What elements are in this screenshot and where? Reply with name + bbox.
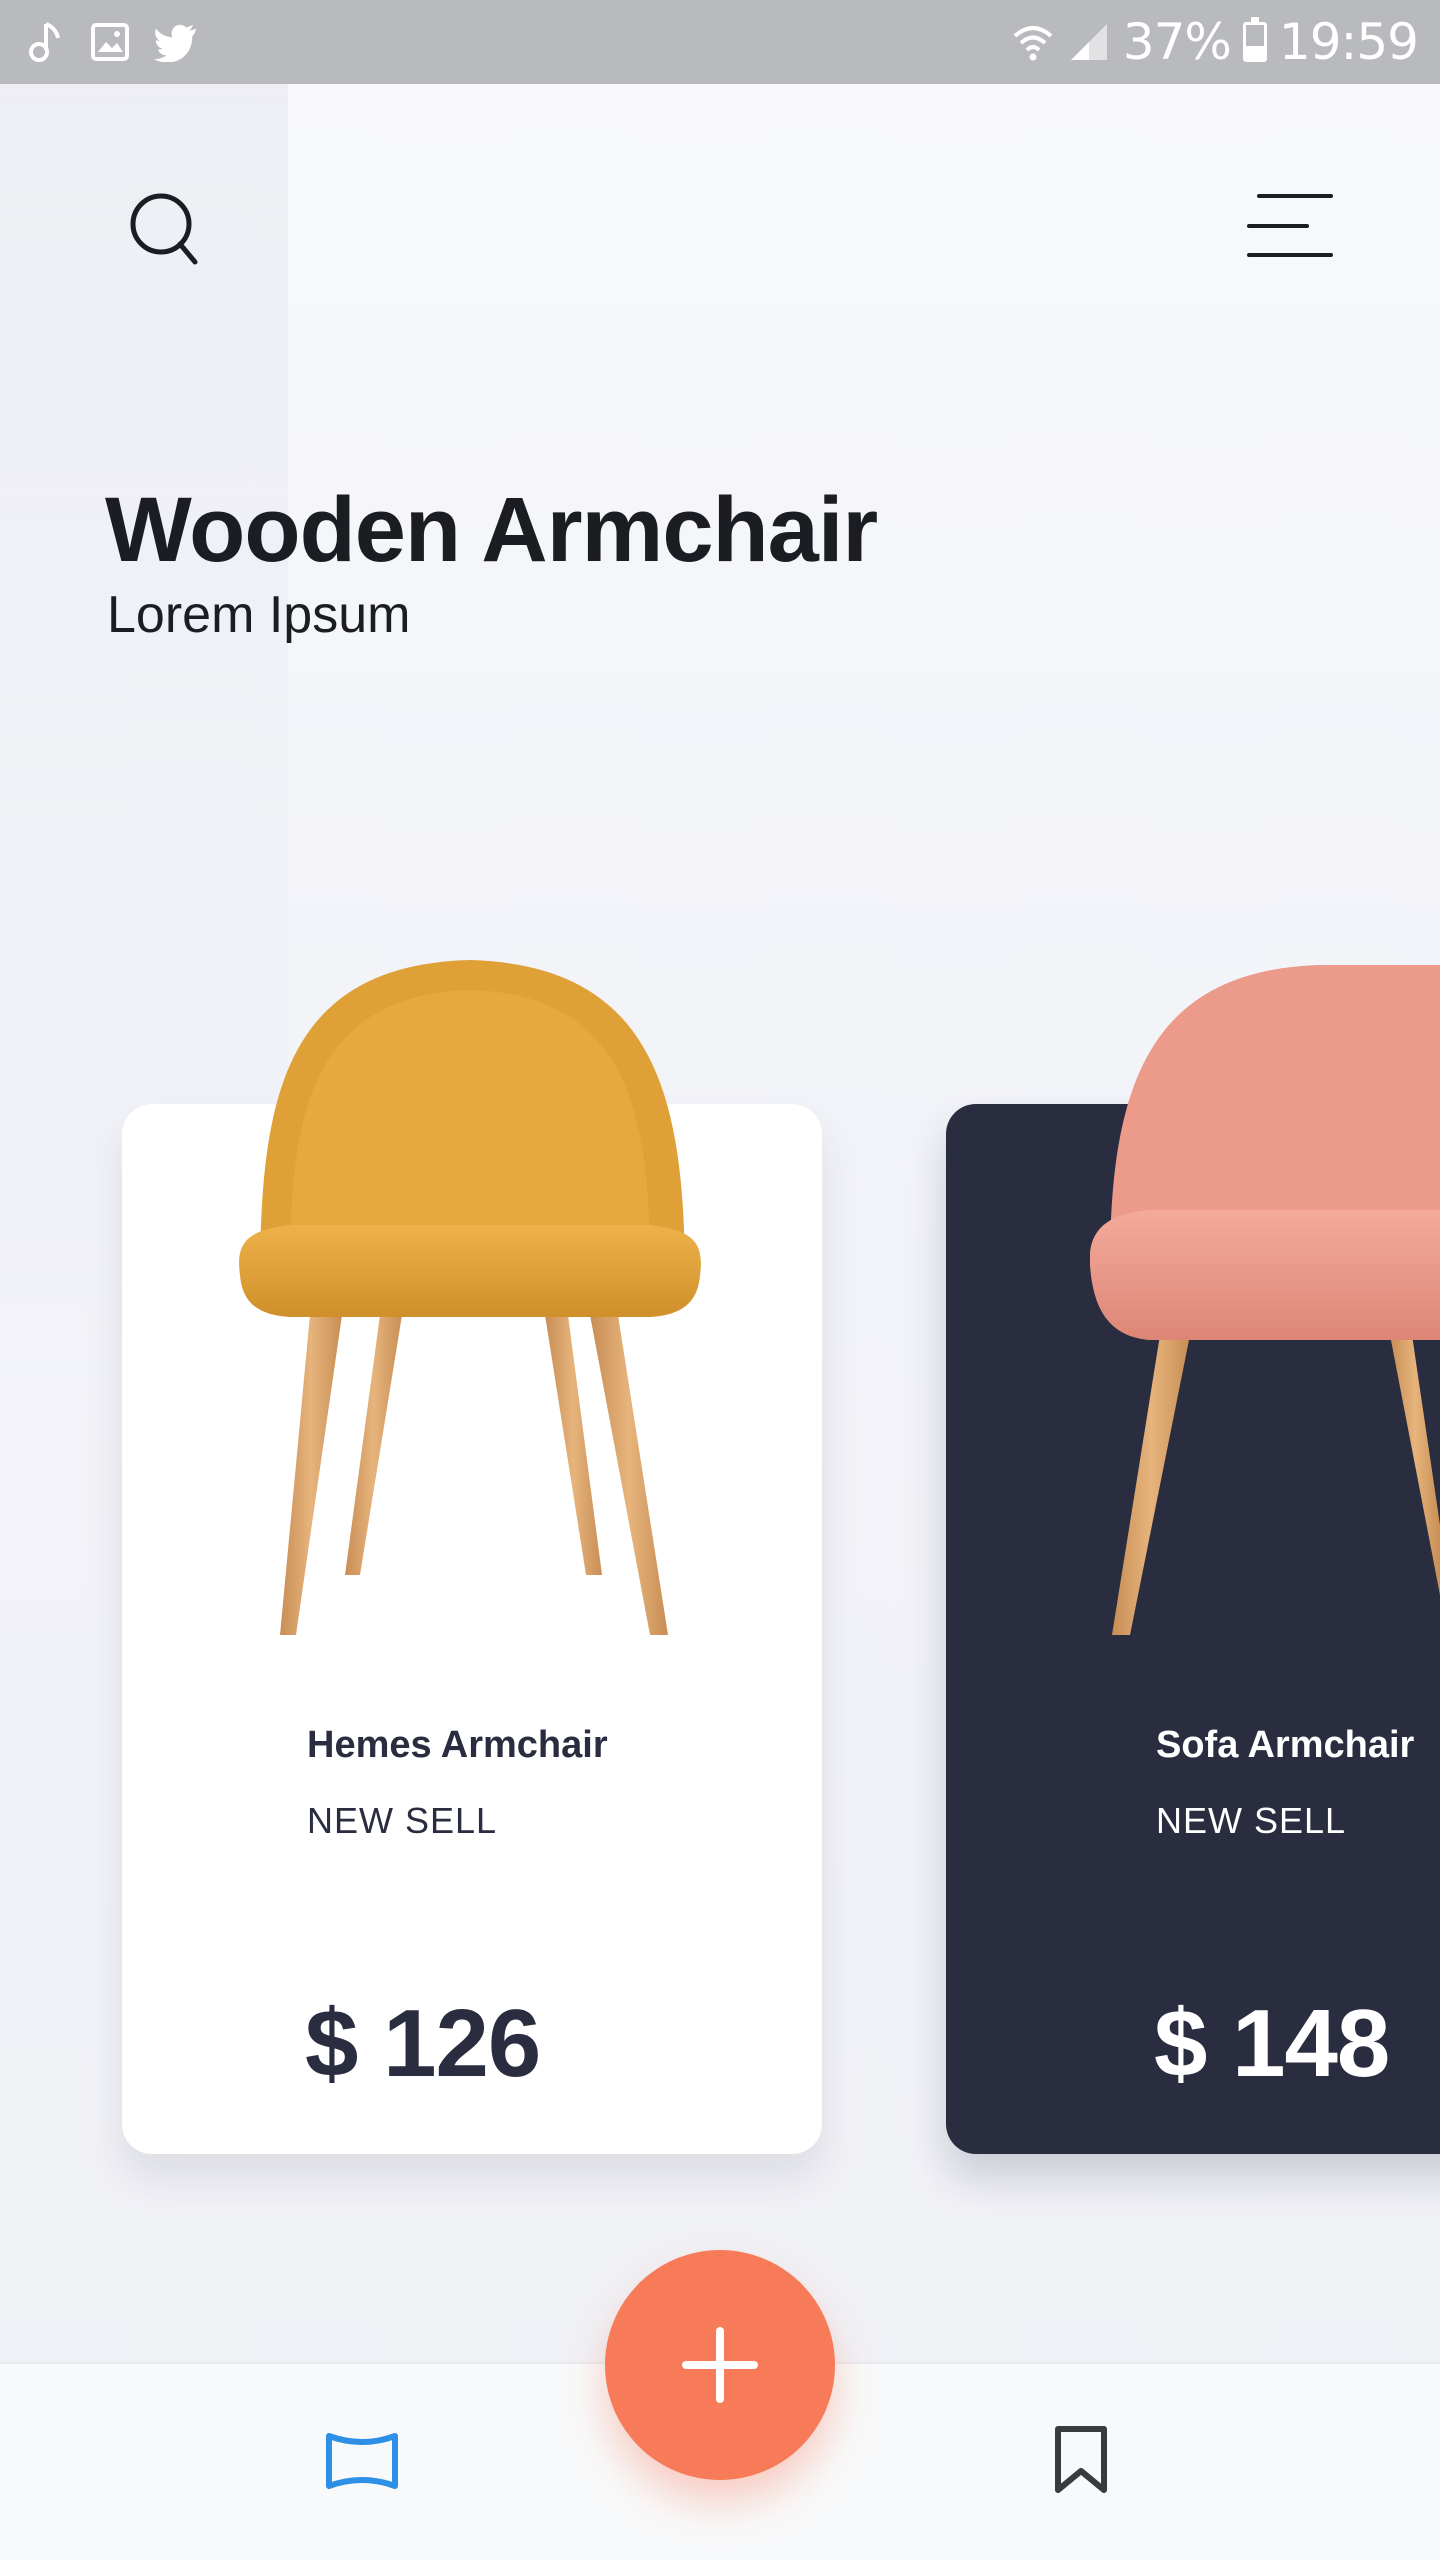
music-note-icon (22, 20, 66, 64)
image-icon (88, 20, 132, 64)
product-name: Hemes Armchair (307, 1724, 608, 1766)
twitter-icon (154, 20, 198, 64)
status-left (22, 20, 198, 64)
map-icon (326, 2433, 398, 2489)
search-icon (130, 193, 198, 265)
product-tag: NEW SELL (1156, 1800, 1347, 1841)
signal-icon (1067, 20, 1111, 64)
status-bar: 37% 19:59 (0, 0, 1440, 84)
chair-image-hemes (239, 960, 701, 1635)
clock: 19:59 (1278, 13, 1419, 71)
chair-image-sofa (1090, 965, 1440, 1635)
battery-icon (1242, 17, 1267, 62)
plus-icon (682, 2327, 758, 2403)
status-right: 37% 19:59 (1011, 13, 1419, 71)
page-title: Wooden Armchair (105, 479, 878, 581)
bookmark-icon (1055, 2426, 1107, 2493)
product-price: $ 126 (305, 1990, 541, 2097)
menu-button[interactable] (1245, 192, 1335, 260)
nav-map-button[interactable] (325, 2430, 399, 2492)
add-button[interactable] (605, 2250, 835, 2480)
product-tag: NEW SELL (307, 1800, 498, 1841)
wifi-icon (1011, 20, 1055, 64)
battery-percent: 37% (1122, 13, 1232, 71)
search-button[interactable] (125, 190, 205, 270)
page-subtitle: Lorem Ipsum (107, 586, 411, 644)
menu-icon (1247, 194, 1333, 257)
product-price: $ 148 (1154, 1990, 1390, 2097)
battery-level (1245, 46, 1264, 59)
nav-bookmark-button[interactable] (1053, 2425, 1109, 2495)
product-name: Sofa Armchair (1156, 1724, 1415, 1766)
